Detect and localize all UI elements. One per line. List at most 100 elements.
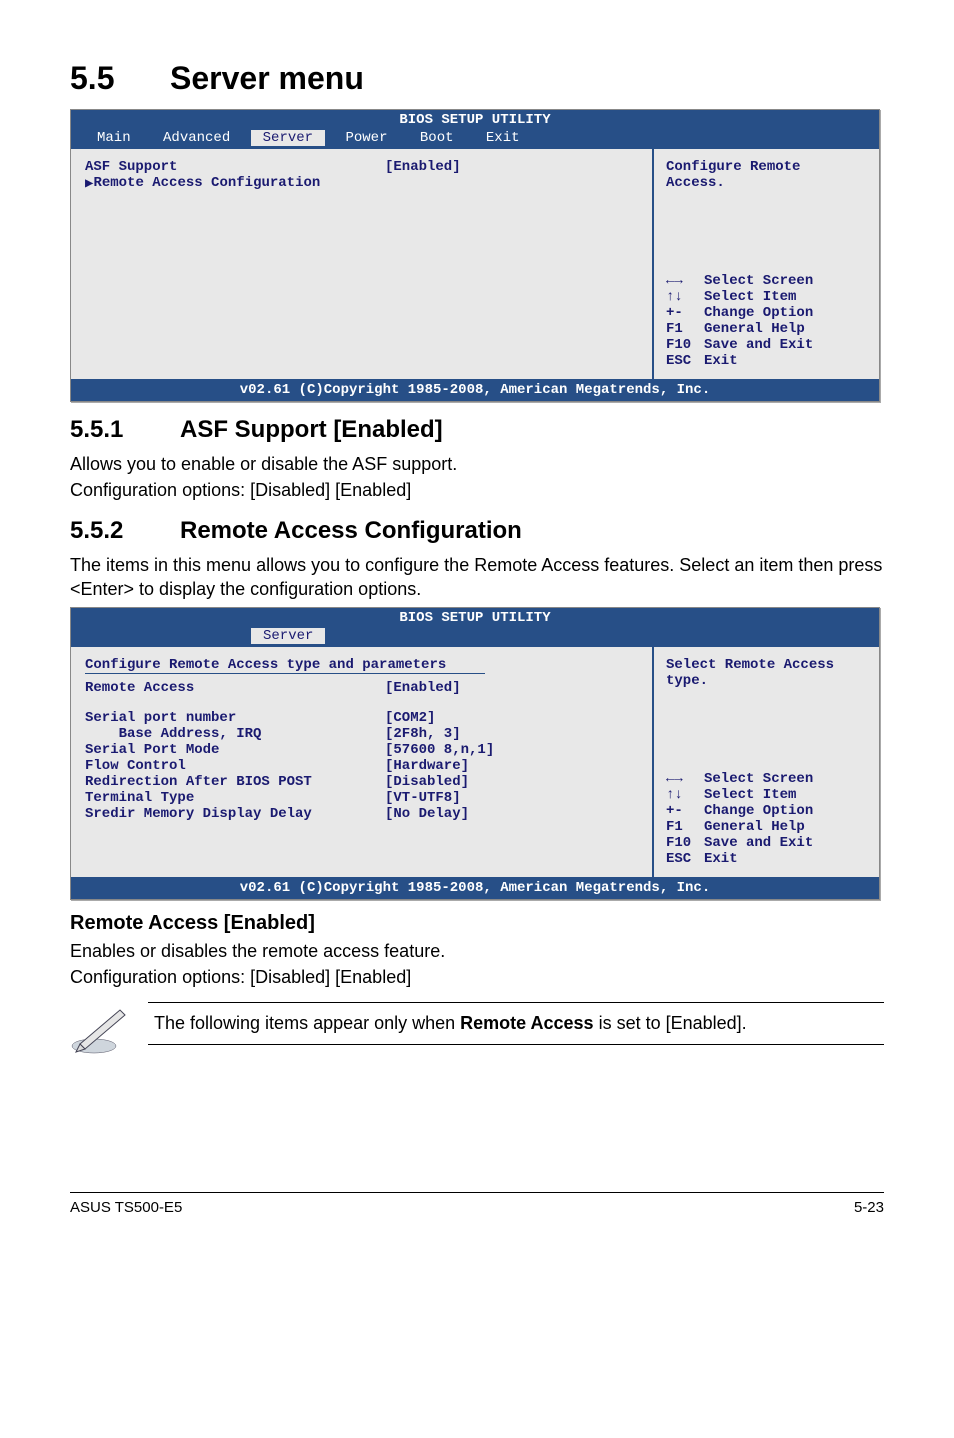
section-number: 5.5 (70, 60, 170, 97)
legend-key: ←→ (666, 771, 704, 787)
legend-label: General Help (704, 819, 805, 835)
legend-key: ESC (666, 851, 704, 867)
setting-label: Flow Control (85, 758, 385, 774)
tab-server[interactable]: Server (251, 628, 325, 644)
bios-help-pane: Select Remote Access type. ←→Select Scre… (654, 647, 879, 877)
legend-label: Exit (704, 353, 738, 369)
body-text: The items in this menu allows you to con… (70, 553, 884, 602)
page-footer: ASUS TS500-E5 5-23 (70, 1192, 884, 1216)
bios-help-description: Configure Remote Access. (666, 159, 867, 191)
subsection-heading: 5.5.2Remote Access Configuration (70, 517, 884, 545)
legend-label: General Help (704, 321, 805, 337)
bios-title: BIOS SETUP UTILITY (71, 608, 879, 628)
setting-remote-access[interactable]: Remote Access[Enabled] (85, 680, 638, 696)
setting-heading: Remote Access [Enabled] (70, 912, 884, 935)
legend-key: F10 (666, 337, 704, 353)
setting-label: Serial Port Mode (85, 742, 385, 758)
bios-copyright: v02.61 (C)Copyright 1985-2008, American … (71, 379, 879, 401)
body-text: Configuration options: [Disabled] [Enabl… (70, 965, 884, 989)
setting-value: [No Delay] (385, 806, 469, 822)
setting-label: Sredir Memory Display Delay (85, 806, 385, 822)
bios-key-legend: ←→Select Screen ↑↓Select Item +-Change O… (666, 273, 867, 369)
body-text: Enables or disables the remote access fe… (70, 939, 884, 963)
bios-panel-remote-access: BIOS SETUP UTILITY Server Configure Remo… (70, 607, 880, 900)
note-text-part: is set to [Enabled]. (594, 1013, 747, 1033)
bios-body: ASF Support [Enabled] Remote Access Conf… (71, 149, 879, 379)
submenu-label: Remote Access Configuration (93, 175, 320, 192)
section-title: Server menu (170, 60, 364, 96)
tab-power[interactable]: Power (333, 130, 399, 146)
setting-value: [VT-UTF8] (385, 790, 461, 806)
bios-panel-server-menu: BIOS SETUP UTILITY Main Advanced Server … (70, 109, 880, 402)
legend-label: Save and Exit (704, 835, 813, 851)
legend-label: Select Item (704, 787, 796, 803)
setting-value: [57600 8,n,1] (385, 742, 494, 758)
legend-key: F1 (666, 321, 704, 337)
bios-help-pane: Configure Remote Access. ←→Select Screen… (654, 149, 879, 379)
footer-product: ASUS TS500-E5 (70, 1199, 182, 1216)
setting-label: Serial port number (85, 710, 385, 726)
subsection-number: 5.5.1 (70, 416, 180, 444)
setting-label: Redirection After BIOS POST (85, 774, 385, 790)
setting-serial-port-mode[interactable]: Serial Port Mode[57600 8,n,1] (85, 742, 638, 758)
legend-label: Save and Exit (704, 337, 813, 353)
setting-sredir-memory-display-delay[interactable]: Sredir Memory Display Delay[No Delay] (85, 806, 638, 822)
tab-server[interactable]: Server (251, 130, 325, 146)
note-text: The following items appear only when Rem… (148, 1002, 884, 1045)
legend-label: Select Screen (704, 771, 813, 787)
legend-key: F10 (666, 835, 704, 851)
setting-label: Base Address, IRQ (85, 726, 385, 742)
setting-redirection-after-bios-post[interactable]: Redirection After BIOS POST[Disabled] (85, 774, 638, 790)
tab-main[interactable]: Main (85, 130, 143, 146)
legend-key: +- (666, 803, 704, 819)
tab-exit[interactable]: Exit (474, 130, 532, 146)
legend-key: +- (666, 305, 704, 321)
legend-label: Change Option (704, 803, 813, 819)
spacer (85, 696, 638, 710)
legend-label: Change Option (704, 305, 813, 321)
setting-value: [Disabled] (385, 774, 469, 790)
tab-boot[interactable]: Boot (408, 130, 466, 146)
setting-terminal-type[interactable]: Terminal Type[VT-UTF8] (85, 790, 638, 806)
legend-label: Exit (704, 851, 738, 867)
body-text: Configuration options: [Disabled] [Enabl… (70, 478, 884, 502)
subsection-heading: 5.5.1ASF Support [Enabled] (70, 416, 884, 444)
bios-help-description: Select Remote Access type. (666, 657, 867, 689)
divider (85, 673, 485, 674)
bios-copyright: v02.61 (C)Copyright 1985-2008, American … (71, 877, 879, 899)
bios-left-pane: ASF Support [Enabled] Remote Access Conf… (71, 149, 654, 379)
subsection-title: Remote Access Configuration (180, 517, 522, 544)
tab-advanced[interactable]: Advanced (151, 130, 242, 146)
setting-asf-support[interactable]: ASF Support [Enabled] (85, 159, 638, 175)
note-text-part: The following items appear only when (154, 1013, 460, 1033)
legend-label: Select Screen (704, 273, 813, 289)
subsection-number: 5.5.2 (70, 517, 180, 545)
setting-value: [Enabled] (385, 680, 461, 696)
bios-tab-bar: Main Advanced Server Power Boot Exit (71, 130, 879, 149)
bios-key-legend: ←→Select Screen ↑↓Select Item +-Change O… (666, 771, 867, 867)
setting-base-address-irq: Base Address, IRQ[2F8h, 3] (85, 726, 638, 742)
bios-section-title: Configure Remote Access type and paramet… (85, 657, 638, 673)
setting-value: [COM2] (385, 710, 435, 726)
bios-body: Configure Remote Access type and paramet… (71, 647, 879, 877)
body-text: Allows you to enable or disable the ASF … (70, 452, 884, 476)
setting-value: [2F8h, 3] (385, 726, 461, 742)
setting-flow-control[interactable]: Flow Control[Hardware] (85, 758, 638, 774)
section-heading: 5.5Server menu (70, 60, 884, 97)
legend-key: F1 (666, 819, 704, 835)
setting-label: Remote Access (85, 680, 385, 696)
legend-label: Select Item (704, 289, 796, 305)
subsection-title: ASF Support [Enabled] (180, 416, 443, 443)
note-text-bold: Remote Access (460, 1013, 593, 1033)
bios-left-pane: Configure Remote Access type and paramet… (71, 647, 654, 877)
legend-key: ↑↓ (666, 787, 704, 803)
setting-label: ASF Support (85, 159, 385, 175)
setting-value: [Enabled] (385, 159, 461, 175)
setting-serial-port-number[interactable]: Serial port number[COM2] (85, 710, 638, 726)
legend-key: ↑↓ (666, 289, 704, 305)
submenu-remote-access-config[interactable]: Remote Access Configuration (85, 175, 638, 192)
legend-key: ESC (666, 353, 704, 369)
legend-key: ←→ (666, 273, 704, 289)
bios-tab-bar: Server (71, 628, 879, 647)
setting-value: [Hardware] (385, 758, 469, 774)
